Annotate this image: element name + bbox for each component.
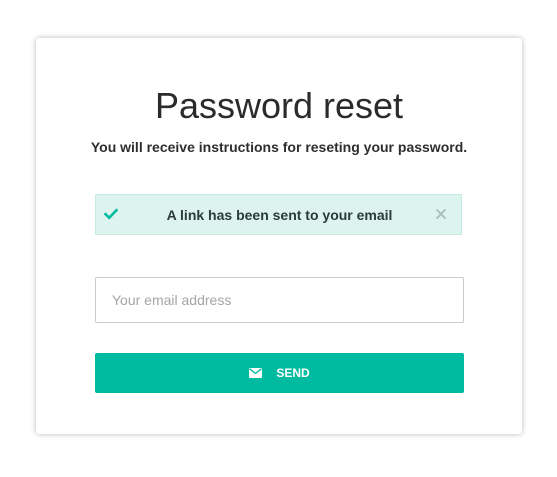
page-title: Password reset xyxy=(154,85,404,126)
password-reset-card: Password reset You will receive instruct… xyxy=(36,38,522,434)
send-button[interactable]: SEND xyxy=(95,353,464,393)
alert-message: A link has been sent to your email xyxy=(166,207,393,223)
close-icon[interactable] xyxy=(435,208,447,220)
page-subtitle: You will receive instructions for reseti… xyxy=(90,139,468,155)
send-button-label: SEND xyxy=(276,366,310,380)
envelope-icon xyxy=(249,368,263,378)
success-alert: A link has been sent to your email xyxy=(95,194,462,235)
email-input[interactable] xyxy=(95,277,464,323)
